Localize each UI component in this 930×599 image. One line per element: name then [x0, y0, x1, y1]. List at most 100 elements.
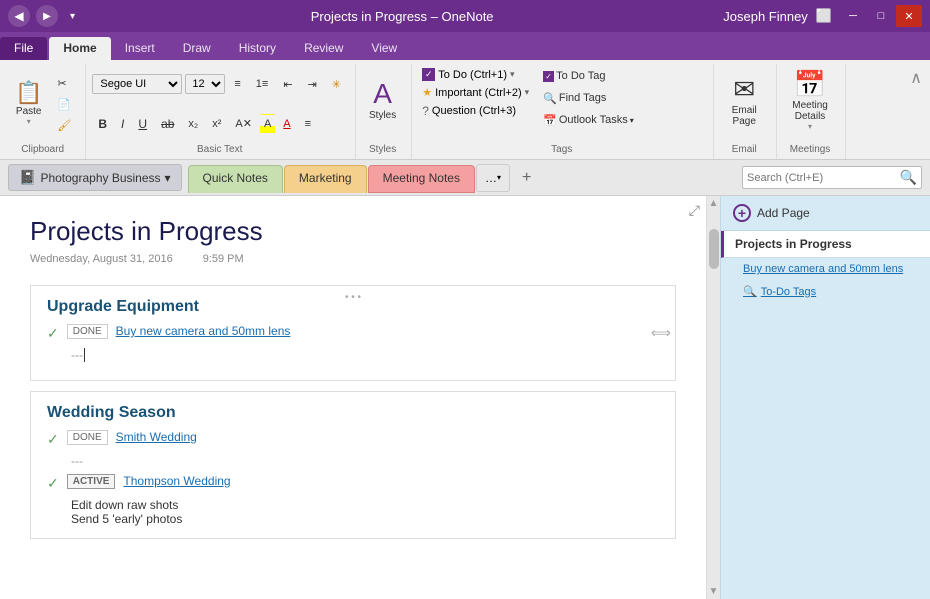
title-bar-right: Joseph Finney ⬜ ─ □ ✕ [723, 5, 922, 27]
format-painter-button[interactable]: 🖌 [51, 115, 77, 135]
maximize-button[interactable]: □ [868, 5, 894, 27]
smith-wedding-task-row: ✓ DONE Smith Wedding [47, 430, 659, 448]
tab-history[interactable]: History [225, 37, 290, 60]
question-tag-row[interactable]: ? Question (Ctrl+3) [418, 102, 533, 120]
block-handle[interactable]: • • • [345, 292, 361, 303]
page-item-projects[interactable]: Projects in Progress [721, 231, 930, 258]
clear-formatting-button[interactable]: A✕ [229, 114, 258, 134]
page-sub-todo-link[interactable]: 🔍 To-Do Tags [721, 280, 930, 303]
font-select[interactable]: Segoe UI [92, 74, 182, 94]
thompson-active-status: ACTIVE [67, 474, 116, 489]
add-section-button[interactable]: + [514, 164, 539, 192]
todo-tag-label: To Do Tag [556, 70, 605, 82]
highlight-button[interactable]: A [260, 114, 275, 134]
important-dropdown-icon[interactable]: ▾ [525, 87, 530, 98]
italic-button[interactable]: I [115, 114, 130, 134]
add-page-button[interactable]: + Add Page [721, 196, 930, 231]
close-button[interactable]: ✕ [896, 5, 922, 27]
find-tags-button[interactable]: 🔍 Find Tags [537, 88, 640, 108]
back-button[interactable]: ◀ [8, 5, 30, 27]
add-page-label: Add Page [757, 206, 810, 220]
outlook-tasks-button[interactable]: 📅 Outlook Tasks ▾ [537, 110, 640, 130]
styles-group-label: Styles [362, 142, 403, 157]
camera-task-row: ✓ DONE Buy new camera and 50mm lens [47, 324, 659, 342]
thompson-wedding-link[interactable]: Thompson Wedding [123, 474, 230, 488]
more-tabs-dropdown-icon: ▾ [497, 173, 501, 182]
ribbon-tab-bar: File Home Insert Draw History Review Vie… [0, 32, 930, 60]
title-bar-title: Projects in Progress – OneNote [81, 9, 723, 24]
styles-icon: A [373, 80, 392, 108]
numbered-list-button[interactable]: 1≡ [250, 74, 275, 94]
superscript-button[interactable]: x² [206, 114, 227, 134]
important-tag-row[interactable]: ★ Important (Ctrl+2) ▾ [418, 84, 533, 101]
notebook-area: 📓 Photography Business ▾ Quick Notes Mar… [0, 160, 930, 196]
minimize-button[interactable]: ─ [840, 5, 866, 27]
strikethrough-button[interactable]: ab [155, 114, 180, 134]
expand-button[interactable]: ⤢ [689, 202, 700, 219]
page-time: 9:59 PM [203, 253, 244, 265]
font-row: Segoe UI 12 ≡ 1≡ ⇤ ⇥ ✳ [92, 66, 347, 103]
smith-wedding-link[interactable]: Smith Wedding [116, 430, 197, 444]
subscript-button[interactable]: x₂ [182, 114, 204, 134]
notebook-selector[interactable]: 📓 Photography Business ▾ [8, 164, 182, 191]
upgrade-equipment-block: • • • ⟺ Upgrade Equipment ✓ DONE Buy new… [30, 285, 676, 381]
email-group: ✉ Email Page Email [716, 64, 777, 159]
more-tabs-button[interactable]: … ▾ [476, 164, 510, 192]
tab-marketing[interactable]: Marketing [284, 165, 367, 193]
cut-button[interactable]: ✂ [51, 73, 77, 93]
task-detail-line2: Send 5 'early' photos [71, 512, 659, 526]
list-button[interactable]: ≡ [228, 74, 246, 94]
question-icon: ? [422, 104, 429, 118]
bold-button[interactable]: B [92, 114, 113, 134]
vertical-scrollbar[interactable]: ▲ ▼ [706, 196, 720, 599]
tab-quick-notes[interactable]: Quick Notes [188, 165, 283, 193]
page-content: ⤢ Projects in Progress Wednesday, August… [0, 196, 706, 599]
copy-button[interactable]: 📄 [51, 94, 77, 114]
page-sub-camera-link[interactable]: Buy new camera and 50mm lens [721, 258, 930, 280]
formatting-row: B I U ab x₂ x² A✕ A A ≡ [92, 106, 317, 143]
align-button[interactable]: ≡ [299, 114, 317, 134]
tags-group-label: Tags [418, 142, 705, 157]
todo-tag-row[interactable]: ✓ To Do (Ctrl+1) ▾ [418, 66, 533, 83]
tab-view[interactable]: View [357, 37, 411, 60]
block-resize-handle[interactable]: ⟺ [651, 325, 671, 342]
underline-button[interactable]: U [132, 114, 153, 134]
question-label: Question (Ctrl+3) [432, 105, 516, 117]
para-spacing-button[interactable]: ✳ [326, 74, 347, 94]
search-input[interactable] [747, 172, 900, 184]
tab-insert[interactable]: Insert [111, 37, 169, 60]
scroll-up-button[interactable]: ▲ [709, 198, 719, 209]
quick-access-button[interactable]: ▾ [64, 9, 81, 24]
indent-button[interactable]: ⇥ [302, 74, 323, 94]
todo-tag-button[interactable]: ✓ To Do Tag [537, 66, 640, 86]
outdent-button[interactable]: ⇤ [277, 74, 298, 94]
tab-review[interactable]: Review [290, 37, 357, 60]
user-name: Joseph Finney [723, 9, 808, 24]
tab-draw[interactable]: Draw [169, 37, 225, 60]
forward-button[interactable]: ▶ [36, 5, 58, 27]
notebook-dropdown-icon: ▾ [165, 171, 171, 185]
font-color-button[interactable]: A [277, 114, 296, 134]
font-size-select[interactable]: 12 [185, 74, 225, 94]
meetings-group: 📅 Meeting Details ▾ Meetings [779, 64, 846, 159]
meeting-dropdown-icon: ▾ [808, 122, 812, 131]
meeting-details-label: Meeting Details [792, 100, 828, 122]
camera-task-link[interactable]: Buy new camera and 50mm lens [116, 324, 291, 338]
tags-inner: ✓ To Do (Ctrl+1) ▾ ★ Important (Ctrl+2) … [418, 66, 640, 142]
paste-button[interactable]: 📋 Paste ▾ [8, 70, 49, 138]
tab-home[interactable]: Home [49, 37, 110, 60]
tab-file[interactable]: File [0, 37, 47, 60]
page-meta: Wednesday, August 31, 2016 9:59 PM [30, 253, 676, 265]
meeting-details-button[interactable]: 📅 Meeting Details ▾ [783, 66, 837, 134]
todo-tag-checkbox-icon: ✓ [543, 71, 554, 82]
todo-dropdown-icon[interactable]: ▾ [510, 69, 515, 80]
email-page-button[interactable]: ✉ Email Page [720, 66, 768, 134]
scroll-down-button[interactable]: ▼ [709, 586, 719, 597]
tab-meeting-notes[interactable]: Meeting Notes [368, 165, 475, 193]
styles-button[interactable]: A Styles [362, 66, 403, 134]
meeting-icon: 📅 [794, 69, 826, 100]
search-icon[interactable]: 🔍 [900, 169, 917, 186]
projects-progress-page-label: Projects in Progress [735, 237, 852, 251]
ribbon-collapse-button[interactable]: ∧ [906, 64, 926, 92]
scroll-thumb[interactable] [709, 229, 719, 269]
